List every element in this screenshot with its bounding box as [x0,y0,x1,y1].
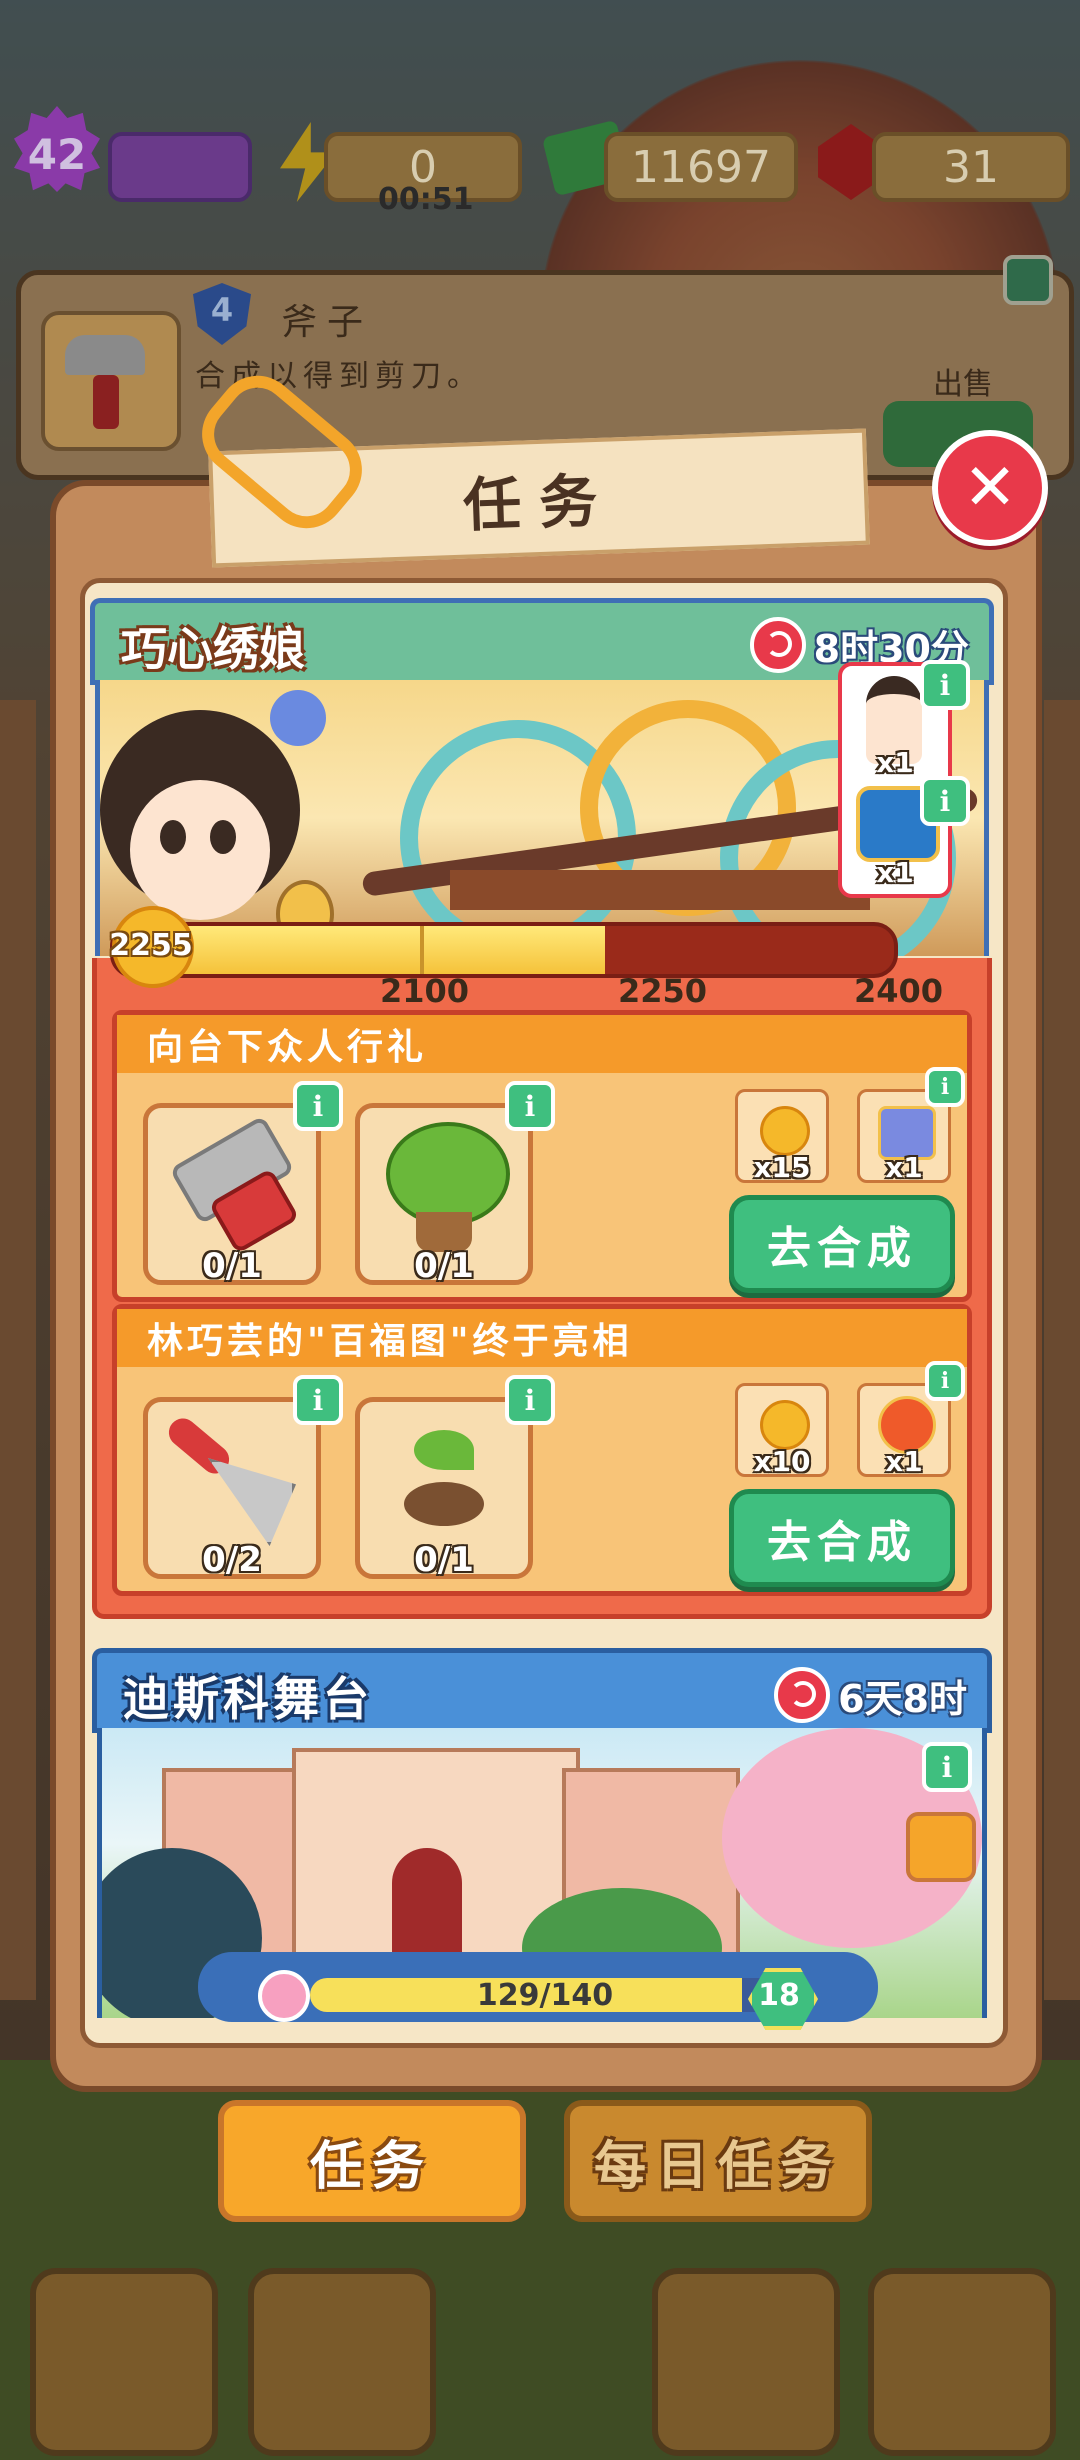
reward-count: x1 [876,856,914,889]
event-timer: 6天8时 [774,1667,967,1723]
event-progress-bar [110,922,898,978]
event-progress-text: 129/140 [476,1978,614,2013]
event-card-header: 迪斯科舞台 6天8时 [92,1648,992,1733]
character-face [130,780,270,920]
info-icon[interactable]: i [920,776,970,826]
task-card: 林巧芸的"百福图"终于亮相 0/2 0/1 i i x10 x1 i 去合成 [112,1304,972,1596]
flower-hairpin-icon [270,690,326,746]
reward-count: x10 [753,1445,811,1478]
axe-item-slot [41,311,181,451]
axe-icon [65,335,145,375]
event-level: 18 [758,1978,800,2013]
back-button[interactable] [30,2268,218,2456]
reward-count: x15 [753,1151,811,1184]
gems-value: 31 [943,141,999,193]
reward-count: x1 [885,1445,923,1478]
trophy-icon[interactable] [906,1812,976,1882]
cash-pill[interactable]: 11697 [604,132,798,202]
item-progress: 0/2 [202,1540,262,1580]
task-reward-slot: x15 [735,1089,829,1184]
info-icon[interactable]: i [293,1375,343,1425]
task-card: 向台下众人行礼 0/1 0/1 i i x15 x1 i 去合成 [112,1010,972,1302]
task-item-slot[interactable]: 0/1 [143,1103,321,1286]
bench-decoration [450,870,870,910]
progress-tick: 2400 [854,972,944,1010]
task-reward-slot: x10 [735,1383,829,1478]
event-timer-text: 6天8时 [838,1676,967,1721]
event-title: 巧心绣娘 [121,622,305,676]
event-score: 2255 [109,927,193,963]
clock-icon [774,1667,831,1723]
disco-icon [258,1970,310,2022]
task-title: 林巧芸的"百福图"终于亮相 [117,1309,967,1367]
event-title: 迪斯科舞台 [123,1672,373,1726]
left-wall [0,700,36,2000]
flower-token-icon [760,1400,810,1450]
tab-tasks[interactable]: 任务 [218,2100,526,2222]
flower-token-icon [760,1106,810,1156]
door-decoration [392,1848,462,1958]
right-wall [1044,700,1080,2000]
info-icon[interactable]: i [922,1742,972,1792]
info-icon[interactable]: i [925,1361,965,1401]
tasks-clipboard-button[interactable] [868,2268,1056,2456]
go-merge-button[interactable]: 去合成 [729,1195,955,1293]
item-progress: 0/1 [414,1246,474,1286]
item-progress: 0/1 [202,1246,262,1286]
progress-tick: 2250 [618,972,708,1010]
level-bar [108,132,252,202]
level-value: 42 [27,130,87,179]
task-item-slot[interactable]: 0/1 [355,1103,533,1286]
go-merge-button[interactable]: 去合成 [729,1489,955,1587]
task-item-slot[interactable]: 0/2 [143,1397,321,1580]
cash-value: 11697 [631,141,771,193]
basket-button[interactable] [652,2268,840,2456]
clock-icon [749,617,806,673]
info-icon[interactable] [1003,255,1053,305]
sprout-soil [404,1482,484,1526]
item-name: 斧子 [281,302,374,343]
info-icon[interactable]: i [293,1081,343,1131]
reward-count: x1 [885,1151,923,1184]
axe-handle [93,375,119,429]
progress-divider [420,926,424,974]
rake-icon [208,1458,296,1546]
tab-daily-tasks[interactable]: 每日任务 [564,2100,872,2222]
energy-timer: 00:51 [378,182,474,217]
gems-pill[interactable]: 31 [872,132,1070,202]
item-level: 4 [210,291,234,329]
info-icon[interactable]: i [505,1375,555,1425]
character-eye [210,820,236,854]
potted-tree-icon [386,1122,510,1226]
item-progress: 0/1 [414,1540,474,1580]
progress-tick: 2100 [380,972,470,1010]
task-title: 向台下众人行礼 [117,1015,967,1073]
sprout-icon [414,1430,474,1470]
info-icon[interactable]: i [920,660,970,710]
info-icon[interactable]: i [925,1067,965,1107]
close-button[interactable]: ✕ [932,430,1048,546]
info-icon[interactable]: i [505,1081,555,1131]
backpack-button[interactable] [248,2268,436,2456]
reward-count: x1 [876,746,914,779]
task-item-slot[interactable]: 0/1 [355,1397,533,1580]
close-icon: ✕ [963,451,1017,525]
character-eye [160,820,186,854]
sell-label: 出售 [933,367,993,402]
